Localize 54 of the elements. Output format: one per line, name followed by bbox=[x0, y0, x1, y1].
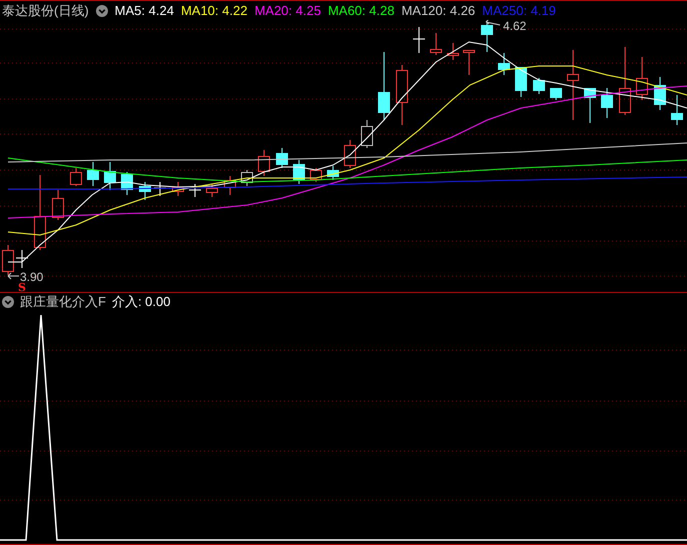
candlestick bbox=[224, 176, 236, 196]
candlestick bbox=[378, 52, 390, 120]
candlestick bbox=[344, 140, 356, 168]
arrow-icon bbox=[8, 272, 20, 280]
dropdown-icon[interactable] bbox=[96, 4, 108, 16]
candlestick bbox=[515, 66, 527, 98]
candlestick bbox=[310, 168, 322, 182]
candlestick bbox=[412, 26, 426, 54]
indicator-value: MA5: 4.24 bbox=[114, 2, 174, 20]
indicator-value: MA10: 4.22 bbox=[180, 2, 248, 20]
candlestick bbox=[654, 76, 666, 110]
indicator-title: 跟庄量化介入F bbox=[20, 292, 106, 311]
candlestick bbox=[258, 150, 270, 176]
candlestick bbox=[463, 50, 475, 76]
candlestick bbox=[172, 182, 184, 196]
candlestick bbox=[16, 250, 28, 268]
low-price-label: 3.90 bbox=[20, 270, 44, 284]
stock-title: 泰达股份(日线) bbox=[2, 2, 89, 20]
candlestick bbox=[533, 78, 545, 94]
signal-marker: S bbox=[18, 281, 26, 292]
candlestick bbox=[52, 190, 64, 220]
candlestick bbox=[567, 50, 579, 120]
candlestick bbox=[87, 162, 99, 186]
arrow-icon bbox=[486, 20, 500, 26]
indicator-value: MA20: 4.25 bbox=[254, 2, 321, 20]
candlestick bbox=[481, 22, 493, 52]
candlestick bbox=[293, 160, 305, 184]
candlestick bbox=[104, 162, 116, 190]
high-price-label: 4.62 bbox=[503, 20, 526, 33]
indicator-value: MA60: 4.28 bbox=[328, 2, 394, 20]
candlestick bbox=[447, 42, 459, 60]
candlestick bbox=[327, 166, 339, 180]
candlestick bbox=[498, 52, 510, 76]
indicator-value: MA250: 4.19 bbox=[482, 2, 556, 20]
candlestick bbox=[671, 94, 683, 126]
candlestick bbox=[276, 148, 288, 168]
candlestick bbox=[584, 88, 596, 124]
indicator-value: 介入: 0.00 bbox=[112, 292, 170, 311]
indicator-value: MA120: 4.26 bbox=[401, 2, 476, 20]
candlestick bbox=[636, 56, 648, 100]
candlestick bbox=[206, 184, 218, 198]
candlestick bbox=[361, 120, 373, 148]
dropdown-icon[interactable] bbox=[2, 296, 14, 308]
candlestick bbox=[139, 182, 151, 200]
candlestick bbox=[619, 46, 631, 116]
candlestick bbox=[396, 64, 408, 126]
candlestick bbox=[70, 168, 82, 186]
candlestick bbox=[2, 244, 14, 276]
candlestick bbox=[188, 184, 202, 198]
candlestick bbox=[241, 170, 253, 186]
candlestick bbox=[121, 172, 133, 196]
candlestick bbox=[601, 88, 613, 118]
candlestick bbox=[430, 32, 442, 56]
candlestick bbox=[550, 88, 562, 100]
